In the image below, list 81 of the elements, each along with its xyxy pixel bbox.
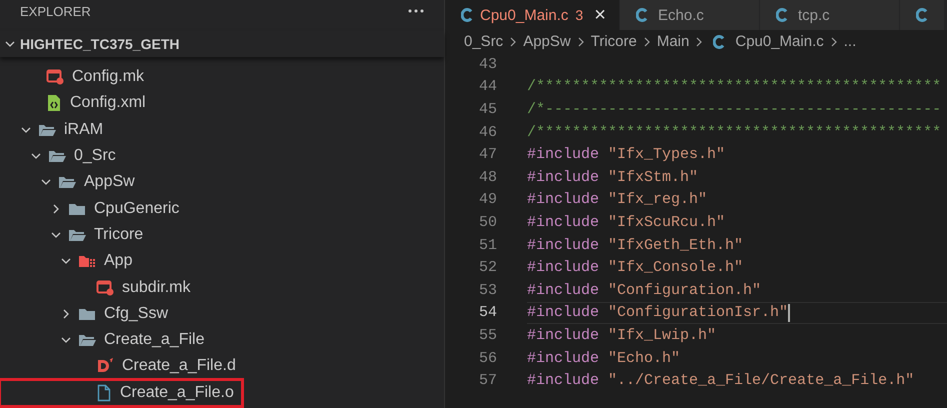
line-number: 57 [478,372,497,390]
makefile-icon [96,280,114,296]
chevron-right-icon [695,36,704,46]
code-line: /********************************************* [527,78,942,96]
code-line: #include "IfxScuRcu.h" [527,214,726,231]
line-number: 55 [478,326,497,344]
code-line: #include "ConfigurationIsr.h" [527,304,788,322]
d-file-icon [96,358,114,374]
code-line: #include "Ifx_Lwip.h" [527,326,716,344]
line-number: 54 [478,304,497,322]
line-number: 47 [478,146,497,164]
chevron-right-icon [509,36,518,46]
project-header[interactable]: HIGHTEC_TC375_GETH [0,31,444,57]
line-number: 48 [478,168,497,186]
open-folder-icon [58,175,76,190]
code-line: #include "Ifx_Types.h" [527,146,726,164]
file-item[interactable]: subdir.mk [0,274,190,301]
c-language-icon [776,8,788,22]
code-line: #include "../Create_a_File/Create_a_File.h" [527,372,914,390]
panel-title: EXPLORER [20,4,91,18]
xml-file-icon [46,94,62,112]
editor-tab[interactable] [900,0,945,30]
code-line: #include "Ifx_Console.h" [527,259,744,276]
folder-item[interactable]: CpuGeneric [0,195,180,222]
code-line: #include "Echo.h" [527,350,680,367]
folder-icon [68,202,86,216]
line-number: 49 [478,191,497,208]
c-language-icon [461,8,473,22]
line-number: 53 [478,282,497,299]
more-icon [408,9,424,13]
breadcrumb-item[interactable]: 0_Src [464,33,504,50]
file-icon [96,384,112,402]
file-item[interactable]: Config.xml [0,90,146,117]
app-folder-icon [78,254,96,268]
close-button[interactable]: × [594,4,606,26]
line-number: 51 [478,236,497,254]
chevron-right-icon [576,36,585,46]
chevron-right-icon [830,36,838,46]
editor-tab[interactable]: Echo.c [620,0,760,30]
c-language-icon [636,8,648,22]
folder-item[interactable]: App [0,248,132,274]
makefile-icon [46,69,64,86]
code-line: /*-------------------------------------------- [527,100,942,118]
line-number: 44 [478,78,497,96]
code-line: #include "Configuration.h" [527,282,762,299]
open-folder-icon [78,333,96,348]
chevron-right-icon [642,36,651,46]
folder-item[interactable]: 0_Src [0,142,116,170]
file-item[interactable]: Create_a_File.o [0,380,242,406]
folder-item[interactable]: Cfg_Ssw [0,300,168,327]
folder-item[interactable]: Tricore [0,222,144,248]
open-folder-icon [48,149,66,164]
open-folder-icon [38,122,56,137]
c-language-icon [916,8,928,22]
folder-item[interactable]: iRAM [0,116,104,143]
text-cursor [788,304,790,322]
editor-tab[interactable]: tcp.c [760,0,900,30]
c-language-icon [713,34,726,48]
problem-count: 3 [575,7,584,23]
code-line: /********************************************* [527,124,942,141]
breadcrumb-item[interactable]: ... [844,33,856,50]
breadcrumb-item[interactable]: Tricore [590,33,637,50]
folder-icon [78,306,96,321]
line-number: 50 [478,214,497,231]
open-folder-icon [68,228,86,242]
line-number: 43 [478,56,497,73]
folder-item[interactable]: Create_a_File [0,326,204,354]
file-item[interactable]: Create_a_File.d [0,353,236,380]
editor-tab[interactable]: Cpu0_Main.c 3 × [445,0,620,30]
folder-item[interactable]: AppSw [0,169,135,196]
line-number: 56 [478,350,497,367]
file-item[interactable]: Config.mk [0,64,144,90]
line-number: 52 [478,259,497,276]
line-number: 45 [478,100,497,118]
breadcrumb-item[interactable]: Main [656,33,690,50]
line-number: 46 [478,124,497,141]
breadcrumb-item[interactable]: AppSw [523,33,571,50]
code-line: #include "IfxGeth_Eth.h" [527,236,744,254]
code-line: #include "IfxStm.h" [527,168,698,186]
breadcrumb-item[interactable]: Cpu0_Main.c [735,33,824,50]
code-line: #include "Ifx_reg.h" [527,191,708,208]
